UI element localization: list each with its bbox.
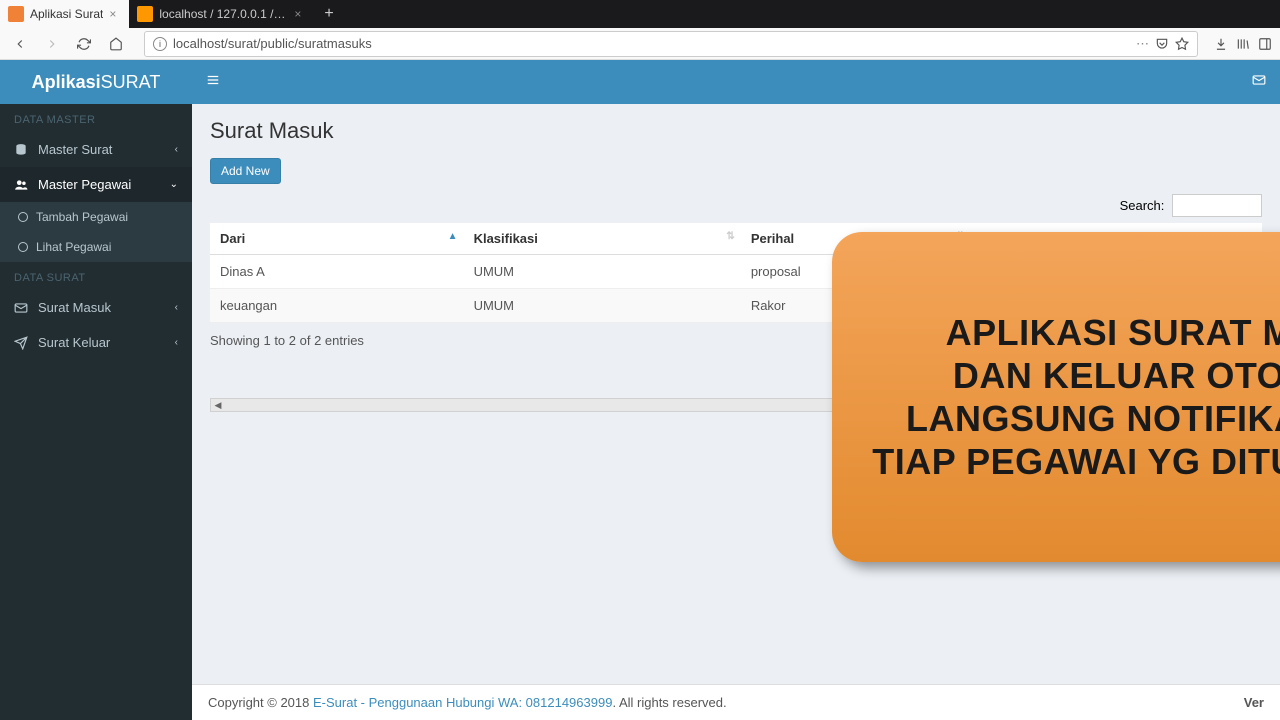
sidebar-item-label: Master Pegawai [38,177,131,192]
sidebar-item-surat-masuk[interactable]: Surat Masuk ‹ [0,290,192,325]
sidebar-item-label: Surat Masuk [38,300,111,315]
col-dari[interactable]: Dari▲ [210,223,464,255]
close-icon[interactable]: × [109,7,121,21]
scroll-left-icon[interactable]: ◀ [211,400,225,411]
main: Surat Masuk Add New Search: Dari▲ Klasif… [192,60,1280,720]
cell-dari: Dinas A [210,255,464,289]
new-tab-button[interactable]: + [314,5,343,23]
content: Surat Masuk Add New Search: Dari▲ Klasif… [192,104,1280,684]
star-icon[interactable] [1175,37,1189,51]
sort-asc-icon: ▲ [448,231,458,242]
favicon-icon [137,6,153,22]
browser-tab-0[interactable]: Aplikasi Surat × [0,0,129,28]
brand[interactable]: AplikasiSURAT [0,60,192,104]
sidebar-sub-lihat-pegawai[interactable]: Lihat Pegawai [0,232,192,262]
back-button[interactable] [8,32,32,56]
sidebar-icon[interactable] [1258,37,1272,51]
sidebar-item-master-pegawai[interactable]: Master Pegawai ⌄ [0,167,192,202]
circle-icon [18,212,28,222]
footer: Copyright © 2018 E-Surat - Penggunaan Hu… [192,684,1280,720]
search-label: Search: [1120,198,1165,213]
chevron-down-icon: ⌄ [170,179,178,190]
hamburger-icon[interactable] [206,73,220,92]
app-root: AplikasiSURAT DATA MASTER Master Surat ‹… [0,60,1280,720]
browser-tabs: Aplikasi Surat × localhost / 127.0.0.1 /… [0,0,1280,28]
cell-klas: UMUM [464,289,741,323]
footer-version: Ver [1244,695,1264,710]
sidebar-header-surat: DATA SURAT [0,262,192,290]
reload-button[interactable] [72,32,96,56]
page-title: Surat Masuk [210,118,1262,144]
sidebar-header-master: DATA MASTER [0,104,192,132]
callout-text: APLIKASI SURAT MASUK DAN KELUAR OTOMATIS… [862,311,1280,484]
notifications-mail-icon[interactable] [1252,73,1266,92]
brand-prefix: Aplikasi [32,72,101,92]
home-button[interactable] [104,32,128,56]
download-icon[interactable] [1214,37,1228,51]
database-icon [14,143,28,157]
sidebar-item-surat-keluar[interactable]: Surat Keluar ‹ [0,325,192,360]
browser-tab-1[interactable]: localhost / 127.0.0.1 / esurat / × [129,0,314,28]
footer-suffix: . All rights reserved. [612,695,726,710]
sidebar-sub-label: Lihat Pegawai [36,240,111,254]
cell-klas: UMUM [464,255,741,289]
sort-icon: ⇅ [726,231,734,242]
mail-icon [14,301,28,315]
users-icon [14,178,28,192]
sidebar-sub-tambah-pegawai[interactable]: Tambah Pegawai [0,202,192,232]
url-text: localhost/surat/public/suratmasuks [173,36,372,51]
chevron-left-icon: ‹ [175,337,178,348]
chevron-left-icon: ‹ [175,144,178,155]
browser-toolbar: i localhost/surat/public/suratmasuks ⋯ [0,28,1280,60]
footer-copyright: Copyright © 2018 [208,695,313,710]
sidebar-item-master-surat[interactable]: Master Surat ‹ [0,132,192,167]
favicon-icon [8,6,24,22]
pocket-icon[interactable] [1155,37,1169,51]
tab-title: localhost / 127.0.0.1 / esurat / [159,7,288,21]
sidebar-item-label: Master Surat [38,142,112,157]
search-input[interactable] [1172,194,1262,217]
send-icon [14,336,28,350]
add-new-button[interactable]: Add New [210,158,281,184]
info-icon[interactable]: i [153,37,167,51]
callout-overlay: APLIKASI SURAT MASUK DAN KELUAR OTOMATIS… [832,232,1280,562]
sidebar: AplikasiSURAT DATA MASTER Master Surat ‹… [0,60,192,720]
chevron-left-icon: ‹ [175,302,178,313]
col-klasifikasi[interactable]: Klasifikasi⇅ [464,223,741,255]
library-icon[interactable] [1236,37,1250,51]
sidebar-sub-label: Tambah Pegawai [36,210,128,224]
topbar [192,60,1280,104]
forward-button[interactable] [40,32,64,56]
search-wrap: Search: [210,194,1262,217]
brand-suffix: SURAT [101,72,161,92]
circle-icon [18,242,28,252]
close-icon[interactable]: × [294,7,306,21]
footer-link[interactable]: E-Surat - Penggunaan Hubungi WA: 0812149… [313,695,612,710]
sidebar-item-label: Surat Keluar [38,335,110,350]
cell-dari: keuangan [210,289,464,323]
more-icon[interactable]: ⋯ [1136,36,1149,52]
url-bar[interactable]: i localhost/surat/public/suratmasuks ⋯ [144,31,1198,57]
tab-title: Aplikasi Surat [30,7,103,21]
